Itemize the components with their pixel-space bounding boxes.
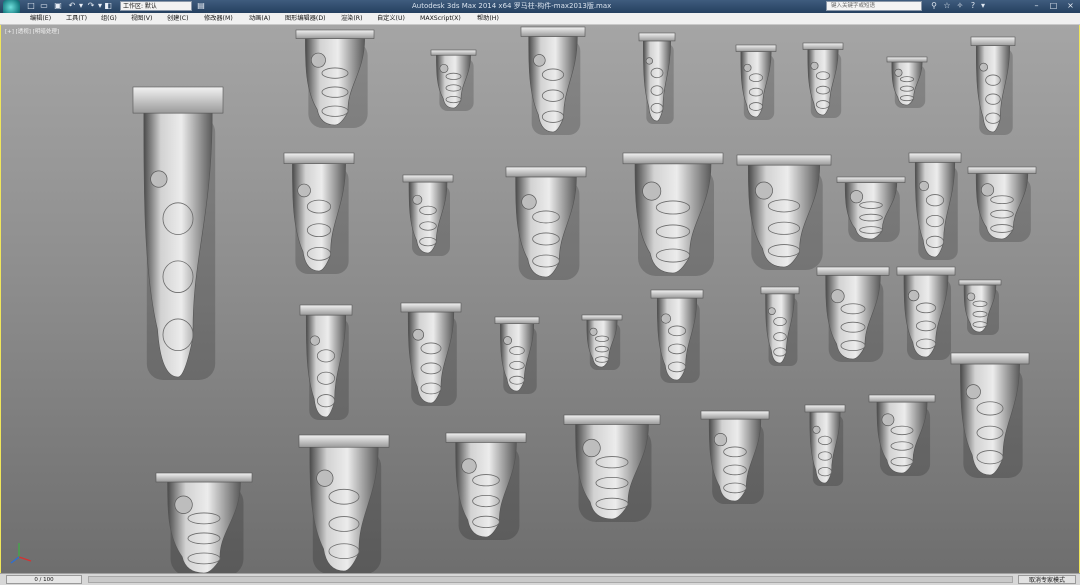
corbel-bracket[interactable] (967, 166, 1037, 242)
workspace-select[interactable]: 工作区: 默认 (120, 1, 192, 11)
corbel-bracket[interactable] (804, 404, 846, 486)
new-file-icon[interactable]: □ (27, 2, 35, 10)
open-folder-icon[interactable]: ▭ (40, 2, 48, 10)
undo-icon[interactable]: ↶ (68, 2, 76, 10)
corbel-bracket[interactable] (736, 154, 832, 270)
corbel-bracket[interactable] (868, 394, 936, 476)
corbel-bracket[interactable] (298, 434, 390, 573)
star-icon[interactable]: ☆ (942, 1, 952, 11)
corbel-bracket[interactable] (950, 352, 1030, 478)
menu-graph-editors[interactable]: 图形编辑器(D) (285, 13, 326, 24)
workspace-label: 工作区: 默认 (123, 3, 157, 10)
frame-counter[interactable]: 0 / 100 (6, 575, 82, 584)
redo-dropdown-icon[interactable]: ▾ (96, 2, 104, 10)
corbel-bracket[interactable] (622, 152, 724, 276)
menu-help[interactable]: 帮助(H) (477, 13, 499, 24)
corbel-bracket[interactable] (896, 266, 956, 360)
corbel-bracket[interactable] (650, 289, 704, 383)
menu-create[interactable]: 创建(C) (167, 13, 189, 24)
corbel-bracket[interactable] (886, 56, 928, 108)
corbel-bracket[interactable] (958, 279, 1002, 335)
hold-icon[interactable]: ◧ (104, 2, 112, 10)
scene-objects (132, 26, 1037, 573)
corbel-bracket[interactable] (735, 44, 777, 121)
menu-animation[interactable]: 动画(A) (249, 13, 270, 24)
corbel-bracket[interactable] (132, 86, 224, 380)
corbel-bracket[interactable] (155, 472, 253, 573)
corbel-bracket[interactable] (638, 32, 676, 124)
undo-dropdown-icon[interactable]: ▾ (77, 2, 85, 10)
corbel-bracket[interactable] (581, 314, 623, 370)
menu-edit[interactable]: 编辑(E) (30, 13, 51, 24)
minimize-icon[interactable]: – (1028, 0, 1045, 12)
menu-group[interactable]: 组(G) (101, 13, 117, 24)
menu-maxscript[interactable]: MAXScript(X) (420, 13, 461, 24)
corbel-bracket[interactable] (505, 166, 587, 280)
corbel-bracket[interactable] (760, 286, 800, 366)
binoculars-icon[interactable]: ⚲ (929, 1, 939, 11)
title-bar: □ ▭ ▣ ↶ ▾ ↷ ▾ ◧ 工作区: 默认 ▤ Autodesk 3ds M… (0, 0, 1080, 18)
project-folder-icon[interactable]: ▤ (197, 2, 205, 10)
corbel-bracket[interactable] (563, 414, 661, 522)
menu-bar: 编辑(E) 工具(T) 组(G) 视图(V) 创建(C) 修改器(M) 动画(A… (0, 13, 1080, 25)
corbel-bracket[interactable] (430, 49, 477, 111)
window-title: Autodesk 3ds Max 2014 x64 罗马柱-构件-max2013… (412, 2, 612, 10)
corbel-bracket[interactable] (283, 152, 355, 274)
corbel-bracket[interactable] (494, 316, 540, 394)
redo-icon[interactable]: ↷ (87, 2, 95, 10)
corbel-bracket[interactable] (299, 304, 353, 420)
menu-rendering[interactable]: 渲染(R) (341, 13, 363, 24)
corbel-bracket[interactable] (908, 152, 962, 260)
search-input[interactable]: 键入关键字或短语 (826, 1, 922, 11)
perspective-viewport[interactable]: [+] [透视] [明暗处理] (0, 25, 1080, 573)
save-icon[interactable]: ▣ (54, 2, 62, 10)
timeline-slider[interactable] (88, 576, 1013, 583)
status-bar: 0 / 100 取消专家模式 (0, 573, 1080, 585)
corbel-bracket[interactable] (816, 266, 890, 362)
corbel-bracket[interactable] (970, 36, 1016, 135)
menu-modifiers[interactable]: 修改器(M) (204, 13, 233, 24)
help-dropdown-icon[interactable]: ▾ (978, 1, 988, 11)
corbel-bracket[interactable] (295, 29, 375, 128)
corbel-bracket[interactable] (400, 302, 462, 406)
close-icon[interactable]: × (1062, 0, 1079, 12)
corbel-bracket[interactable] (836, 176, 906, 242)
corbel-bracket[interactable] (802, 42, 844, 119)
axis-gizmo (10, 543, 32, 564)
tools-icon[interactable]: ✧ (955, 1, 965, 11)
menu-tools[interactable]: 工具(T) (66, 13, 87, 24)
corbel-bracket[interactable] (700, 410, 770, 504)
corbel-bracket[interactable] (445, 432, 527, 540)
cancel-expert-mode-button[interactable]: 取消专家模式 (1018, 575, 1076, 584)
corbel-bracket[interactable] (402, 174, 454, 256)
menu-views[interactable]: 视图(V) (131, 13, 152, 24)
help-circle-icon[interactable]: ? (968, 1, 978, 11)
menu-customize[interactable]: 自定义(U) (377, 13, 405, 24)
maximize-icon[interactable]: □ (1045, 0, 1062, 12)
corbel-bracket[interactable] (520, 26, 586, 136)
